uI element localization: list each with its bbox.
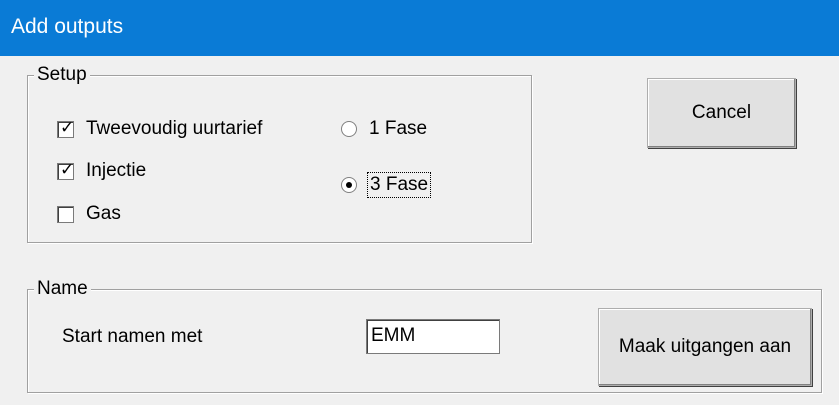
checkbox-box[interactable]: ✓ — [57, 117, 75, 138]
checkbox-injectie[interactable]: ✓ Injectie — [57, 160, 146, 182]
checkmark-icon: ✓ — [60, 117, 75, 138]
checkmark-icon: ✓ — [60, 159, 75, 180]
name-group: Name Start namen met EMM Maak uitgangen … — [27, 278, 822, 393]
start-names-label: Start namen met — [62, 326, 203, 347]
checkbox-label: Injectie — [86, 160, 147, 181]
name-legend: Name — [34, 278, 91, 300]
checkbox-label: Gas — [86, 203, 121, 224]
radio-button[interactable] — [341, 177, 357, 193]
checkbox-label: Tweevoudig uurtarief — [86, 118, 263, 139]
setup-group: Setup ✓ Tweevoudig uurtarief ✓ Injectie … — [27, 64, 532, 243]
radio-1-fase[interactable]: 1 Fase — [341, 118, 427, 140]
cancel-button[interactable]: Cancel — [647, 78, 796, 148]
checkbox-tweevoudig-uurtarief[interactable]: ✓ Tweevoudig uurtarief — [57, 118, 262, 140]
window-title: Add outputs — [11, 15, 124, 38]
radio-label: 3 Fase — [366, 172, 432, 198]
create-outputs-button[interactable]: Maak uitgangen aan — [598, 308, 812, 386]
radio-button[interactable] — [341, 121, 357, 137]
radio-3-fase[interactable]: 3 Fase — [341, 172, 432, 198]
title-bar: Add outputs — [0, 0, 839, 56]
checkbox-box[interactable] — [57, 205, 74, 223]
checkbox-box[interactable]: ✓ — [57, 159, 75, 180]
start-names-input[interactable]: EMM — [366, 319, 500, 354]
radio-label: 1 Fase — [369, 118, 428, 139]
checkbox-gas[interactable]: Gas — [57, 203, 121, 225]
radio-dot-icon — [346, 182, 352, 188]
setup-legend: Setup — [34, 64, 90, 86]
